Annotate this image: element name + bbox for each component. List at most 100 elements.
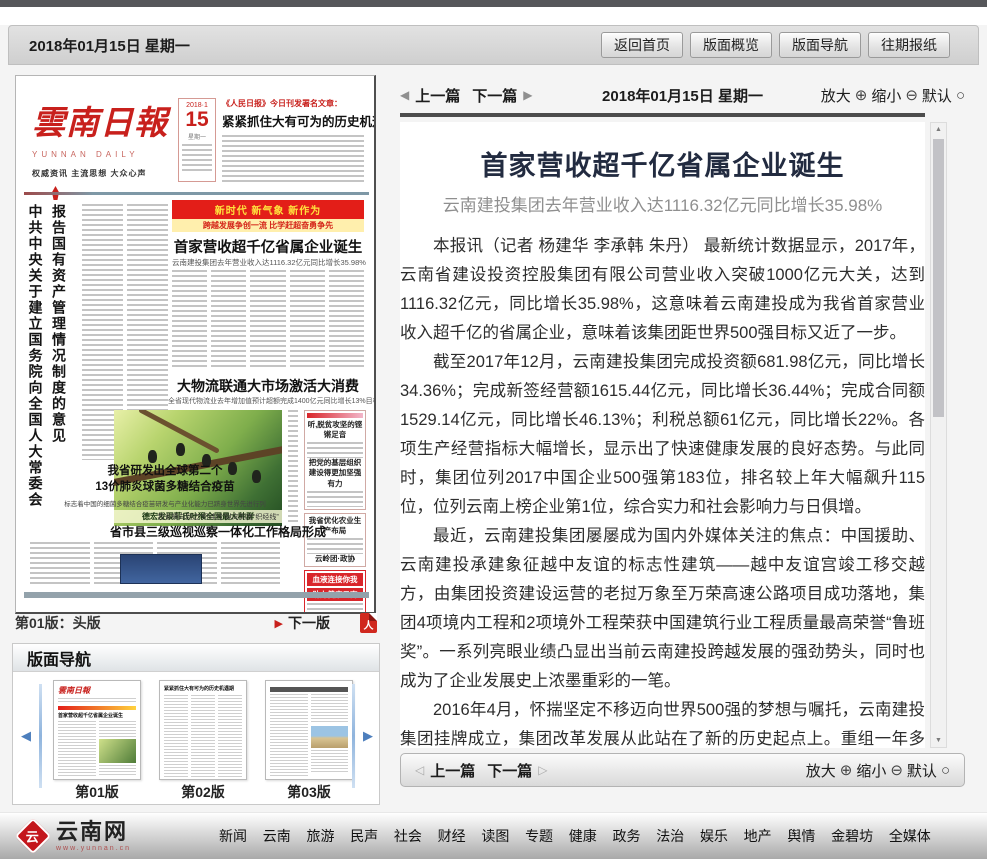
prev-article-link[interactable]: 上一篇: [415, 85, 460, 106]
newspaper-page-image[interactable]: 雲南日報 YUNNAN DAILY 权威资讯 主流思想 大众心声 2018·1 …: [15, 75, 376, 614]
thumb3-photo: [311, 726, 349, 748]
next-page-link[interactable]: ▶ 下一版: [275, 613, 330, 633]
footer-nav-link[interactable]: 读图: [481, 826, 509, 846]
greeked-text: [311, 750, 349, 774]
zoom-out-icon[interactable]: ⊖: [905, 86, 918, 104]
zoom-default-button[interactable]: 默认: [907, 760, 937, 781]
site-footer: 云 云南网 www.yunnan.cn 新闻 云南 旅游 民声 社会 财经 读图…: [0, 812, 987, 859]
page-label-2[interactable]: 第02版: [159, 782, 247, 802]
paper-headline-4: 省市县三级巡视巡察一体化工作格局形成: [104, 523, 332, 540]
logo-cloud-glyph: 云: [26, 826, 39, 845]
article-scrollbar[interactable]: ▲ ▼: [930, 122, 947, 748]
zoom-out-icon[interactable]: ⊖: [890, 761, 903, 779]
masthead-title: 雲南日報: [32, 98, 172, 148]
prev-arrow-icon[interactable]: ◁: [415, 763, 424, 777]
masthead-divider: [24, 192, 369, 195]
greeked-text: [311, 694, 349, 724]
monkey-silhouette: [176, 443, 185, 456]
zoom-in-icon[interactable]: ⊕: [855, 86, 868, 104]
header-buttons: 返回首页 版面概览 版面导航 往期报纸: [601, 32, 950, 58]
header-date: 2018年01月15日 星期一: [29, 35, 190, 56]
masthead-tagline: 权威资讯 主流思想 大众心声: [32, 168, 172, 179]
greeked-text: [307, 491, 363, 507]
zoom-controls: 放大⊕ 缩小⊖ 默认○: [821, 85, 965, 106]
sidebar-item-4: 云岭团·政协: [307, 554, 363, 564]
article-subtitle: 云南建投集团去年营业收入达1116.32亿元同比增长35.98%: [400, 191, 925, 216]
page-thumbnail-2[interactable]: 紧紧抓住大有可为的历史机遇期: [159, 680, 247, 780]
zoom-in-button[interactable]: 放大: [821, 85, 851, 106]
footer-nav-link[interactable]: 娱乐: [700, 826, 728, 846]
article-title: 首家营收超千亿省属企业诞生: [400, 144, 925, 183]
footer-nav-link[interactable]: 舆情: [787, 826, 815, 846]
zoom-in-button[interactable]: 放大: [806, 760, 836, 781]
footer-nav-link[interactable]: 云南: [263, 826, 291, 846]
footer-nav-link[interactable]: 旅游: [306, 826, 334, 846]
greeked-text: [307, 442, 363, 458]
zoom-default-button[interactable]: 默认: [922, 85, 952, 106]
yunnan-logo-icon: 云: [15, 818, 52, 855]
zoom-default-icon[interactable]: ○: [941, 762, 950, 779]
carousel-left-icon[interactable]: ◀: [21, 728, 31, 744]
footer-nav-link[interactable]: 健康: [569, 826, 597, 846]
footer-nav-link[interactable]: 法治: [656, 826, 684, 846]
thumb2-headline: 紧紧抓住大有可为的历史机遇期: [164, 685, 242, 692]
greeked-text: [99, 765, 137, 777]
carousel-right-bar: [352, 684, 355, 788]
banner-line2: 跨越发展争创一流 比学赶超奋勇争先: [172, 219, 364, 232]
paper-headline-2-sub: 全省现代物流业去年增加值预计超额完成1400亿元同比增长13%目标: [168, 396, 368, 406]
greeked-text: [307, 538, 363, 554]
greeked-text: [270, 694, 308, 776]
footer-nav-link[interactable]: 政务: [613, 826, 641, 846]
page-overview-button[interactable]: 版面概览: [690, 32, 772, 58]
paper-headline-3-line2: 13价肺炎球菌多糖结合疫苗: [56, 480, 274, 496]
footer-nav-link[interactable]: 金碧坊: [831, 826, 873, 846]
footer-nav-link[interactable]: 社会: [394, 826, 422, 846]
footer-nav-link[interactable]: 民声: [350, 826, 378, 846]
article-paragraph: 本报讯（记者 杨建华 李承韩 朱丹） 最新统计数据显示，2017年，云南省建设投…: [400, 232, 925, 348]
back-home-button[interactable]: 返回首页: [601, 32, 683, 58]
thumb1-headline: 首家营收超千亿省属企业诞生: [58, 712, 136, 719]
footer-nav-link[interactable]: 新闻: [219, 826, 247, 846]
next-page-arrow-icon: ▶: [275, 617, 283, 630]
footer-nav-link[interactable]: 财经: [438, 826, 466, 846]
zoom-default-icon[interactable]: ○: [956, 87, 965, 104]
scrollbar-down-icon[interactable]: ▼: [931, 737, 946, 744]
thumb1-photo: [99, 739, 137, 763]
page-nav-panel: 版面导航 ◀ 雲南日報 首家营收超千亿省属企业诞生 第01版: [12, 643, 380, 805]
footer-nav-link[interactable]: 专题: [525, 826, 553, 846]
viewer-top-nav: ◀ 上一篇 下一篇 ▶ 2018年01月15日 星期一 放大⊕ 缩小⊖ 默认○: [400, 80, 965, 110]
past-issues-button[interactable]: 往期报纸: [868, 32, 950, 58]
zoom-in-icon[interactable]: ⊕: [840, 761, 853, 779]
page-info-row: 第01版：头版 ▶ 下一版: [15, 612, 377, 634]
greeked-text: [164, 695, 188, 777]
footer-nav-link[interactable]: 全媒体: [889, 826, 931, 846]
article-body: 本报讯（记者 杨建华 李承韩 朱丹） 最新统计数据显示，2017年，云南省建设投…: [400, 232, 925, 748]
footer-nav-link[interactable]: 地产: [744, 826, 772, 846]
carousel-right-icon[interactable]: ▶: [363, 728, 373, 744]
prev-article-link[interactable]: 上一篇: [430, 760, 475, 781]
pdf-icon[interactable]: [360, 613, 377, 633]
page-navigation-button[interactable]: 版面导航: [779, 32, 861, 58]
top-article-kicker: 《人民日报》今日刊发署名文章：: [222, 98, 364, 109]
greeked-text: [58, 698, 136, 704]
monkey-silhouette: [148, 450, 157, 463]
current-page-label: 第01版：头版: [15, 613, 101, 633]
next-arrow-icon[interactable]: ▷: [538, 763, 547, 777]
zoom-out-button[interactable]: 缩小: [856, 760, 886, 781]
prev-arrow-icon[interactable]: ◀: [400, 88, 409, 102]
page: 2018年01月15日 星期一 返回首页 版面概览 版面导航 往期报纸 雲南日報…: [0, 0, 987, 859]
article-paragraph: 2016年4月，怀揣坚定不移迈向世界500强的梦想与嘱托，云南建投集团挂牌成立，…: [400, 696, 925, 748]
page-thumbnail-1[interactable]: 雲南日報 首家营收超千亿省属企业诞生: [53, 680, 141, 780]
yunnan-net-logo[interactable]: 云 云南网 www.yunnan.cn: [20, 821, 131, 852]
scrollbar-thumb[interactable]: [933, 139, 944, 417]
zoom-out-button[interactable]: 缩小: [871, 85, 901, 106]
next-article-link[interactable]: 下一篇: [472, 85, 517, 106]
next-article-link[interactable]: 下一篇: [487, 760, 532, 781]
page-label-1[interactable]: 第01版: [53, 782, 141, 802]
next-arrow-icon[interactable]: ▶: [523, 88, 532, 102]
page-thumbnail-3[interactable]: [265, 680, 353, 780]
page-label-3[interactable]: 第03版: [265, 782, 353, 802]
sidebar-item-2: 把党的基层组织建设得更加坚强有力: [307, 458, 363, 488]
banner-line1: 新时代 新气象 新作为: [172, 200, 364, 219]
scrollbar-up-icon[interactable]: ▲: [931, 126, 946, 133]
